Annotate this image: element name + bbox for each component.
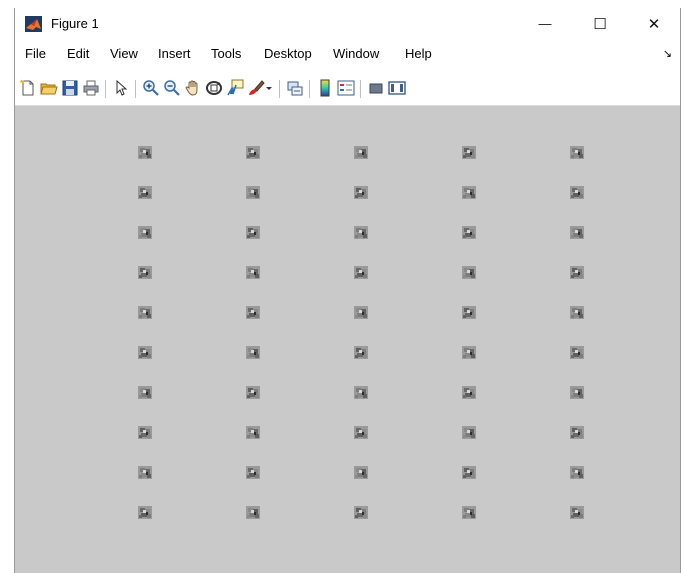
image-thumbnail-icon <box>462 306 476 319</box>
figure-window: Figure 1 — ☐ ✕ File Edit View Insert Too… <box>14 8 681 573</box>
minimize-icon: — <box>538 16 552 31</box>
new-figure-icon[interactable] <box>19 79 37 97</box>
image-thumbnail-icon <box>354 186 368 199</box>
image-thumbnail-icon <box>246 226 260 239</box>
toolbar-separator <box>105 80 106 98</box>
close-icon: ✕ <box>647 15 661 33</box>
link-plot-icon[interactable] <box>286 79 304 97</box>
image-thumbnail-icon <box>246 466 260 479</box>
image-thumbnail-icon <box>354 266 368 279</box>
image-thumbnail-icon <box>246 266 260 279</box>
insert-colorbar-icon[interactable] <box>316 79 334 97</box>
image-thumbnail-icon <box>138 226 152 239</box>
image-thumbnail-icon <box>570 506 584 519</box>
hide-plot-tools-icon[interactable] <box>367 79 385 97</box>
menu-desktop[interactable]: Desktop <box>264 46 312 61</box>
zoom-in-icon[interactable] <box>142 79 160 97</box>
image-thumbnail-icon <box>462 226 476 239</box>
save-icon[interactable] <box>61 79 79 97</box>
image-thumbnail-icon <box>570 306 584 319</box>
menu-tools[interactable]: Tools <box>211 46 241 61</box>
menu-bar: File Edit View Insert Tools Desktop Wind… <box>15 44 680 64</box>
image-thumbnail-icon <box>246 506 260 519</box>
zoom-out-icon[interactable] <box>163 79 181 97</box>
toolbar-separator <box>279 80 280 98</box>
image-thumbnail-icon <box>570 186 584 199</box>
image-thumbnail-icon <box>354 506 368 519</box>
maximize-button[interactable]: ☐ <box>577 8 623 39</box>
image-thumbnail-icon <box>462 346 476 359</box>
image-thumbnail-icon <box>246 186 260 199</box>
image-thumbnail-icon <box>354 146 368 159</box>
menu-help[interactable]: Help <box>405 46 432 61</box>
menu-view[interactable]: View <box>110 46 138 61</box>
image-thumbnail-icon <box>246 146 260 159</box>
close-button[interactable]: ✕ <box>631 8 677 39</box>
open-file-icon[interactable] <box>40 79 58 97</box>
image-thumbnail-icon <box>570 226 584 239</box>
image-thumbnail-icon <box>138 506 152 519</box>
dock-figure-icon[interactable]: ↘ <box>663 47 672 60</box>
image-thumbnail-icon <box>246 306 260 319</box>
toolbar-separator <box>309 80 310 98</box>
image-thumbnail-icon <box>462 146 476 159</box>
image-thumbnail-icon <box>462 466 476 479</box>
image-thumbnail-icon <box>354 226 368 239</box>
toolbar-separator <box>135 80 136 98</box>
image-thumbnail-icon <box>570 386 584 399</box>
image-thumbnail-grid <box>15 106 680 573</box>
image-thumbnail-icon <box>354 466 368 479</box>
image-thumbnail-icon <box>462 426 476 439</box>
image-thumbnail-icon <box>462 266 476 279</box>
image-thumbnail-icon <box>138 466 152 479</box>
image-thumbnail-icon <box>570 146 584 159</box>
image-thumbnail-icon <box>570 346 584 359</box>
window-title: Figure 1 <box>51 16 99 31</box>
minimize-button[interactable]: — <box>522 8 568 39</box>
image-thumbnail-icon <box>246 426 260 439</box>
image-thumbnail-icon <box>138 146 152 159</box>
image-thumbnail-icon <box>570 466 584 479</box>
menu-window[interactable]: Window <box>333 46 379 61</box>
image-thumbnail-icon <box>138 266 152 279</box>
brush-dropdown-icon[interactable] <box>265 79 273 97</box>
figure-toolbar <box>15 70 680 106</box>
image-thumbnail-icon <box>462 506 476 519</box>
image-thumbnail-icon <box>138 426 152 439</box>
image-thumbnail-icon <box>138 346 152 359</box>
matlab-logo-icon <box>25 16 42 32</box>
image-thumbnail-icon <box>354 386 368 399</box>
image-thumbnail-icon <box>354 426 368 439</box>
image-thumbnail-icon <box>138 386 152 399</box>
toolbar-separator <box>360 80 361 98</box>
menu-insert[interactable]: Insert <box>158 46 191 61</box>
pan-hand-icon[interactable] <box>184 79 202 97</box>
insert-legend-icon[interactable] <box>337 79 355 97</box>
image-thumbnail-icon <box>354 306 368 319</box>
image-thumbnail-icon <box>462 386 476 399</box>
menu-file[interactable]: File <box>25 46 46 61</box>
image-thumbnail-icon <box>246 346 260 359</box>
figure-canvas[interactable] <box>15 106 680 573</box>
image-thumbnail-icon <box>138 306 152 319</box>
title-bar[interactable]: Figure 1 — ☐ ✕ <box>15 8 680 39</box>
image-thumbnail-icon <box>570 426 584 439</box>
show-plot-tools-icon[interactable] <box>388 79 406 97</box>
image-thumbnail-icon <box>570 266 584 279</box>
image-thumbnail-icon <box>462 186 476 199</box>
print-icon[interactable] <box>82 79 100 97</box>
data-cursor-icon[interactable] <box>226 79 244 97</box>
maximize-icon: ☐ <box>593 15 607 33</box>
rotate-3d-icon[interactable] <box>205 79 223 97</box>
image-thumbnail-icon <box>246 386 260 399</box>
menu-edit[interactable]: Edit <box>67 46 89 61</box>
image-thumbnail-icon <box>354 346 368 359</box>
brush-icon[interactable] <box>247 79 265 97</box>
edit-plot-arrow-icon[interactable] <box>112 79 130 97</box>
image-thumbnail-icon <box>138 186 152 199</box>
